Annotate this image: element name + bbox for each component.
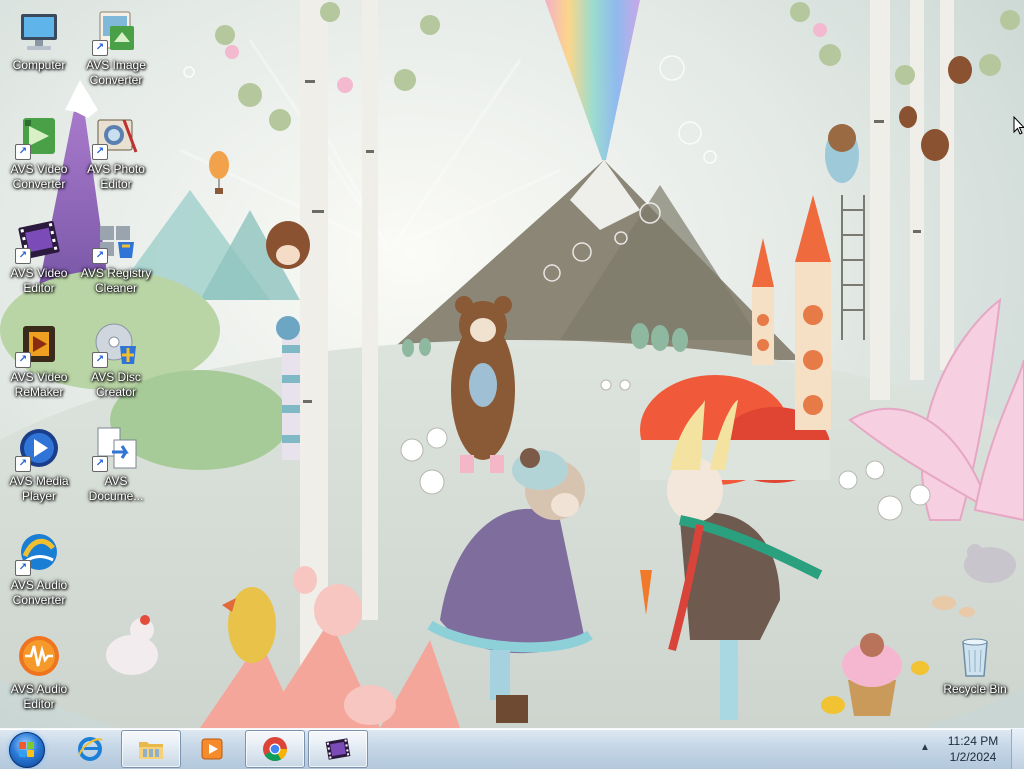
desktop-icon-recycle-bin[interactable]: Recycle Bin <box>937 632 1013 697</box>
show-hidden-icons-button[interactable]: ▲ <box>918 741 932 755</box>
desktop-icon-avs-document-converter[interactable]: ↗ AVS Docume... <box>78 424 154 504</box>
taskbar-clock[interactable]: 11:24 PM 1/2/2024 <box>940 733 1006 765</box>
avs-video-converter-icon: ↗ <box>15 112 63 160</box>
desktop-icon-label: Computer <box>12 58 66 72</box>
desktop-icon-avs-registry-cleaner[interactable]: ↗ AVS Registry Cleaner <box>78 216 154 296</box>
shortcut-arrow-icon: ↗ <box>15 144 31 160</box>
desktop-icon-label: AVS Video Editor <box>10 266 68 295</box>
taskbar: ▲ 11:24 PM 1/2/2024 <box>0 728 1024 769</box>
shortcut-arrow-icon: ↗ <box>15 560 31 576</box>
film-strip-icon <box>324 735 352 763</box>
shortcut-arrow-icon: ↗ <box>15 456 31 472</box>
shortcut-arrow-icon: ↗ <box>92 144 108 160</box>
photo-editor-icon: ↗ <box>92 112 140 160</box>
media-player-icon <box>198 735 226 763</box>
desktop-icon-label: AVS Photo Editor <box>87 162 145 191</box>
desktop-icon-avs-disc-creator[interactable]: ↗ AVS Disc Creator <box>78 320 154 400</box>
taskbar-internet-explorer[interactable] <box>60 730 120 768</box>
chrome-icon <box>261 735 289 763</box>
show-desktop-button[interactable] <box>1011 729 1024 769</box>
computer-icon <box>15 8 63 56</box>
image-converter-icon: ↗ <box>92 8 140 56</box>
shortcut-arrow-icon: ↗ <box>15 248 31 264</box>
audio-converter-icon: ↗ <box>15 528 63 576</box>
desktop-icon-label: AVS Media Player <box>9 474 69 503</box>
desktop-icon-label: AVS Registry Cleaner <box>80 266 152 295</box>
film-strip-icon: ↗ <box>15 216 63 264</box>
desktop-icon-computer[interactable]: Computer <box>1 8 77 73</box>
mouse-cursor <box>1013 115 1024 136</box>
desktop-icon-label: AVS Image Converter <box>86 58 146 87</box>
windows-start-orb-icon <box>9 732 45 768</box>
shortcut-arrow-icon: ↗ <box>15 352 31 368</box>
desktop-icon-label: AVS Audio Editor <box>10 682 68 711</box>
taskbar-windows-explorer[interactable] <box>121 730 181 768</box>
recycle-bin-icon <box>951 632 999 680</box>
desktop-icon-avs-video-editor[interactable]: ↗ AVS Video Editor <box>1 216 77 296</box>
desktop-icon-avs-image-converter[interactable]: ↗ AVS Image Converter <box>78 8 154 88</box>
taskbar-google-chrome[interactable] <box>245 730 305 768</box>
desktop-icon-avs-audio-editor[interactable]: AVS Audio Editor <box>1 632 77 712</box>
desktop-icon-avs-media-player[interactable]: ↗ AVS Media Player <box>1 424 77 504</box>
desktop-icon-avs-audio-converter[interactable]: ↗ AVS Audio Converter <box>1 528 77 608</box>
start-button[interactable] <box>5 731 49 768</box>
shortcut-arrow-icon: ↗ <box>92 248 108 264</box>
shortcut-arrow-icon: ↗ <box>92 456 108 472</box>
desktop-icon-avs-photo-editor[interactable]: ↗ AVS Photo Editor <box>78 112 154 192</box>
desktop-icon-label: AVS Video Converter <box>10 162 68 191</box>
taskbar-windows-media-player[interactable] <box>182 730 242 768</box>
folder-icon <box>137 735 165 763</box>
audio-editor-icon <box>15 632 63 680</box>
desktop-icon-avs-video-converter[interactable]: ↗ AVS Video Converter <box>1 112 77 192</box>
desktop-icon-label: AVS Audio Converter <box>10 578 68 607</box>
clock-time: 11:24 PM <box>947 734 999 748</box>
internet-explorer-icon <box>76 735 104 763</box>
shortcut-arrow-icon: ↗ <box>92 352 108 368</box>
media-player-icon: ↗ <box>15 424 63 472</box>
desktop-icon-label: AVS Video ReMaker <box>10 370 68 399</box>
desktop-icon-label: Recycle Bin <box>943 682 1007 696</box>
registry-cleaner-icon: ↗ <box>92 216 140 264</box>
desktop-icon-label: AVS Disc Creator <box>91 370 141 399</box>
disc-creator-icon: ↗ <box>92 320 140 368</box>
taskbar-avs-video-editor[interactable] <box>308 730 368 768</box>
remaker-film-icon: ↗ <box>15 320 63 368</box>
shortcut-arrow-icon: ↗ <box>92 40 108 56</box>
desktop-icon-label: AVS Docume... <box>88 474 144 503</box>
desktop-icon-avs-video-remaker[interactable]: ↗ AVS Video ReMaker <box>1 320 77 400</box>
document-converter-icon: ↗ <box>92 424 140 472</box>
clock-date: 1/2/2024 <box>949 750 997 764</box>
